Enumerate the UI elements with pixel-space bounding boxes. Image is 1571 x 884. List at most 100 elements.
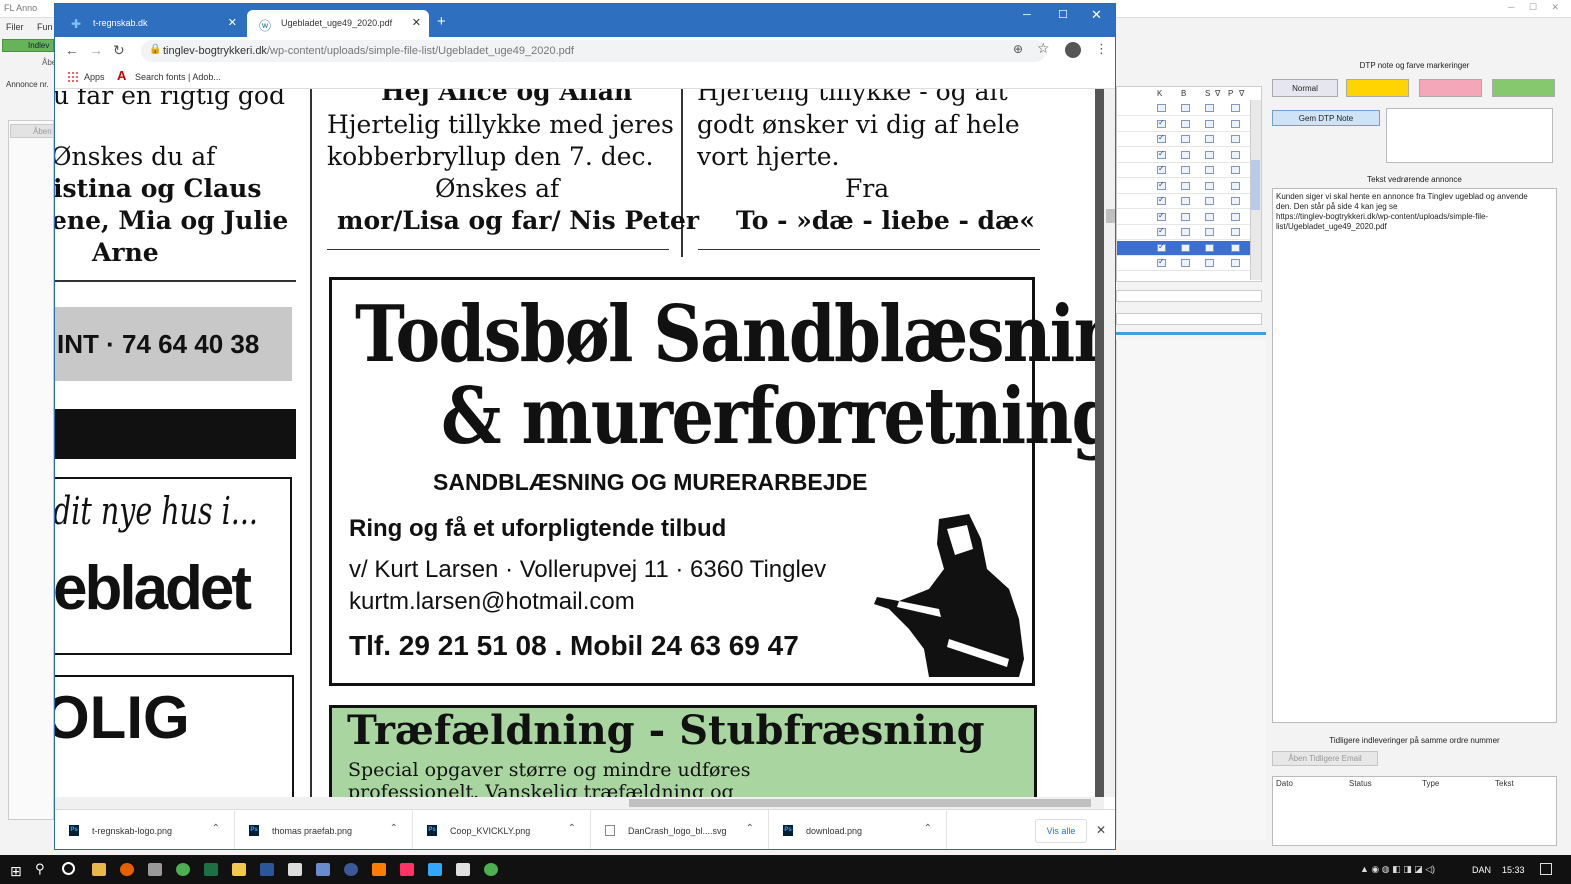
grid-checkbox[interactable]	[1231, 119, 1240, 128]
grid-row[interactable]	[1117, 101, 1261, 116]
grid-checkbox[interactable]	[1231, 104, 1240, 112]
grid-field-1[interactable]	[1116, 290, 1262, 302]
pdf-horizontal-scrollbar[interactable]	[55, 797, 1104, 809]
aben-button[interactable]: Åben	[10, 124, 54, 138]
grid-checkbox[interactable]	[1205, 150, 1214, 159]
photoshop-icon[interactable]	[428, 863, 442, 876]
grid-header-b[interactable]: B	[1181, 89, 1186, 98]
grid-header-filter-1[interactable]: ∇	[1215, 89, 1220, 98]
bookmark-search-fonts[interactable]: Search fonts | Adob...	[135, 72, 221, 82]
notepad-icon[interactable]	[288, 863, 302, 876]
url-text[interactable]: tinglev-bogtrykkeri.dk/wp-content/upload…	[163, 45, 574, 57]
tab-t-regnskab[interactable]: ✚ t-regnskab.dk ✕	[59, 10, 245, 37]
menu-filer[interactable]: Filer	[6, 22, 24, 32]
grid-checkbox[interactable]	[1231, 197, 1240, 205]
back-icon[interactable]: ←	[65, 42, 79, 58]
close-tab-icon[interactable]: ✕	[412, 16, 421, 29]
app-icon[interactable]	[344, 863, 358, 876]
grid-header-s[interactable]: S	[1205, 89, 1210, 98]
grid-checkbox[interactable]	[1181, 119, 1190, 128]
grid-row[interactable]	[1117, 148, 1261, 163]
splitter[interactable]	[1116, 332, 1266, 335]
grid-checkbox[interactable]	[1205, 228, 1214, 236]
order-grid[interactable]: K B S ∇ P ∇	[1116, 86, 1262, 282]
download-item[interactable]: Ps t-regnskab-logo.png ⌃	[55, 810, 235, 849]
grid-row[interactable]	[1117, 194, 1261, 209]
download-item[interactable]: Ps download.png ⌃	[769, 810, 947, 849]
grid-checkbox[interactable]	[1231, 212, 1240, 221]
bookmark-apps[interactable]: Apps	[84, 72, 105, 82]
chevron-up-icon[interactable]: ⌃	[924, 823, 932, 834]
grid-checkbox[interactable]	[1205, 181, 1214, 190]
grid-checkbox[interactable]	[1231, 259, 1240, 267]
pdf-viewer[interactable]: u far en rigtig god Ønskes du af istina …	[55, 89, 1095, 797]
grid-checkbox[interactable]	[1157, 118, 1166, 128]
dtp-note-textarea[interactable]	[1386, 108, 1553, 163]
notification-icon[interactable]	[1540, 863, 1552, 875]
grid-checkbox[interactable]	[1157, 195, 1166, 205]
windows-start-icon[interactable]: ⊞	[10, 863, 22, 880]
grid-checkbox[interactable]	[1157, 257, 1166, 267]
cortana-icon[interactable]	[62, 862, 75, 875]
grid-checkbox[interactable]	[1181, 228, 1190, 236]
col-status[interactable]: Status	[1349, 779, 1372, 788]
grid-checkbox[interactable]	[1231, 228, 1240, 236]
color-green-button[interactable]	[1492, 79, 1555, 97]
grid-checkbox[interactable]	[1157, 149, 1166, 159]
col-type[interactable]: Type	[1422, 779, 1439, 788]
grid-checkbox[interactable]	[1231, 181, 1240, 190]
grid-row[interactable]	[1117, 225, 1261, 240]
apps-grid-icon[interactable]	[67, 71, 78, 82]
zoom-icon[interactable]: ⊕	[1013, 42, 1023, 56]
close-downloads-icon[interactable]: ✕	[1096, 823, 1106, 837]
grid-checkbox[interactable]	[1205, 119, 1214, 128]
grid-row[interactable]	[1117, 240, 1261, 256]
grid-checkbox[interactable]	[1181, 135, 1190, 143]
search-icon[interactable]: ⚲	[35, 861, 45, 877]
grid-row[interactable]	[1117, 117, 1261, 132]
grid-checkbox[interactable]	[1157, 211, 1166, 221]
grid-checkbox[interactable]	[1157, 242, 1166, 252]
download-item[interactable]: DanCrash_logo_bl....svg ⌃	[591, 810, 769, 849]
pdf-vertical-scroll-thumb[interactable]	[1106, 209, 1115, 223]
download-item[interactable]: Ps Coop_KVICKLY.png ⌃	[413, 810, 591, 849]
illustrator-icon[interactable]	[372, 863, 386, 876]
grid-checkbox[interactable]	[1205, 212, 1214, 221]
profile-avatar-icon[interactable]	[1065, 42, 1081, 58]
forward-icon[interactable]: →	[89, 42, 103, 58]
reload-icon[interactable]: ↻	[113, 42, 125, 59]
pdf-horizontal-scroll-thumb[interactable]	[629, 799, 1091, 807]
grid-checkbox[interactable]	[1205, 243, 1214, 252]
col-dato[interactable]: Dato	[1276, 779, 1293, 788]
grid-checkbox[interactable]	[1205, 259, 1214, 267]
grid-checkbox[interactable]	[1181, 243, 1190, 252]
language-indicator[interactable]: DAN	[1472, 865, 1491, 875]
tab-indlevering[interactable]: Indlev	[2, 39, 54, 52]
col-tekst[interactable]: Tekst	[1495, 779, 1514, 788]
grid-header-filter-2[interactable]: ∇	[1239, 89, 1244, 98]
bookmark-star-icon[interactable]: ☆	[1037, 40, 1050, 57]
grid-checkbox[interactable]	[1205, 166, 1214, 174]
new-tab-icon[interactable]: +	[437, 13, 446, 30]
grid-checkbox[interactable]	[1231, 166, 1240, 174]
file-explorer-icon[interactable]	[92, 863, 106, 876]
grid-checkbox[interactable]	[1181, 150, 1190, 159]
grid-row[interactable]	[1117, 210, 1261, 225]
download-item[interactable]: Ps thomas praefab.png ⌃	[235, 810, 413, 849]
grid-checkbox[interactable]	[1231, 150, 1240, 159]
app-icon[interactable]	[316, 863, 330, 876]
grid-row[interactable]	[1117, 256, 1261, 271]
indesign-icon[interactable]	[400, 863, 414, 876]
grid-checkbox[interactable]	[1181, 197, 1190, 205]
lock-icon[interactable]: 🔒	[149, 44, 161, 55]
show-all-downloads-button[interactable]: Vis alle	[1035, 819, 1087, 843]
chevron-up-icon[interactable]: ⌃	[212, 823, 220, 834]
grid-checkbox[interactable]	[1231, 135, 1240, 143]
color-normal-button[interactable]: Normal	[1272, 79, 1338, 97]
grid-field-2[interactable]	[1116, 313, 1262, 325]
system-tray-icons[interactable]: ▲ ◉ ◍ ◧ ◨ ◪ ◁)	[1360, 864, 1435, 875]
color-yellow-button[interactable]	[1346, 79, 1409, 97]
app-icon[interactable]	[148, 863, 162, 876]
chevron-up-icon[interactable]: ⌃	[390, 823, 398, 834]
grid-checkbox[interactable]	[1181, 181, 1190, 190]
